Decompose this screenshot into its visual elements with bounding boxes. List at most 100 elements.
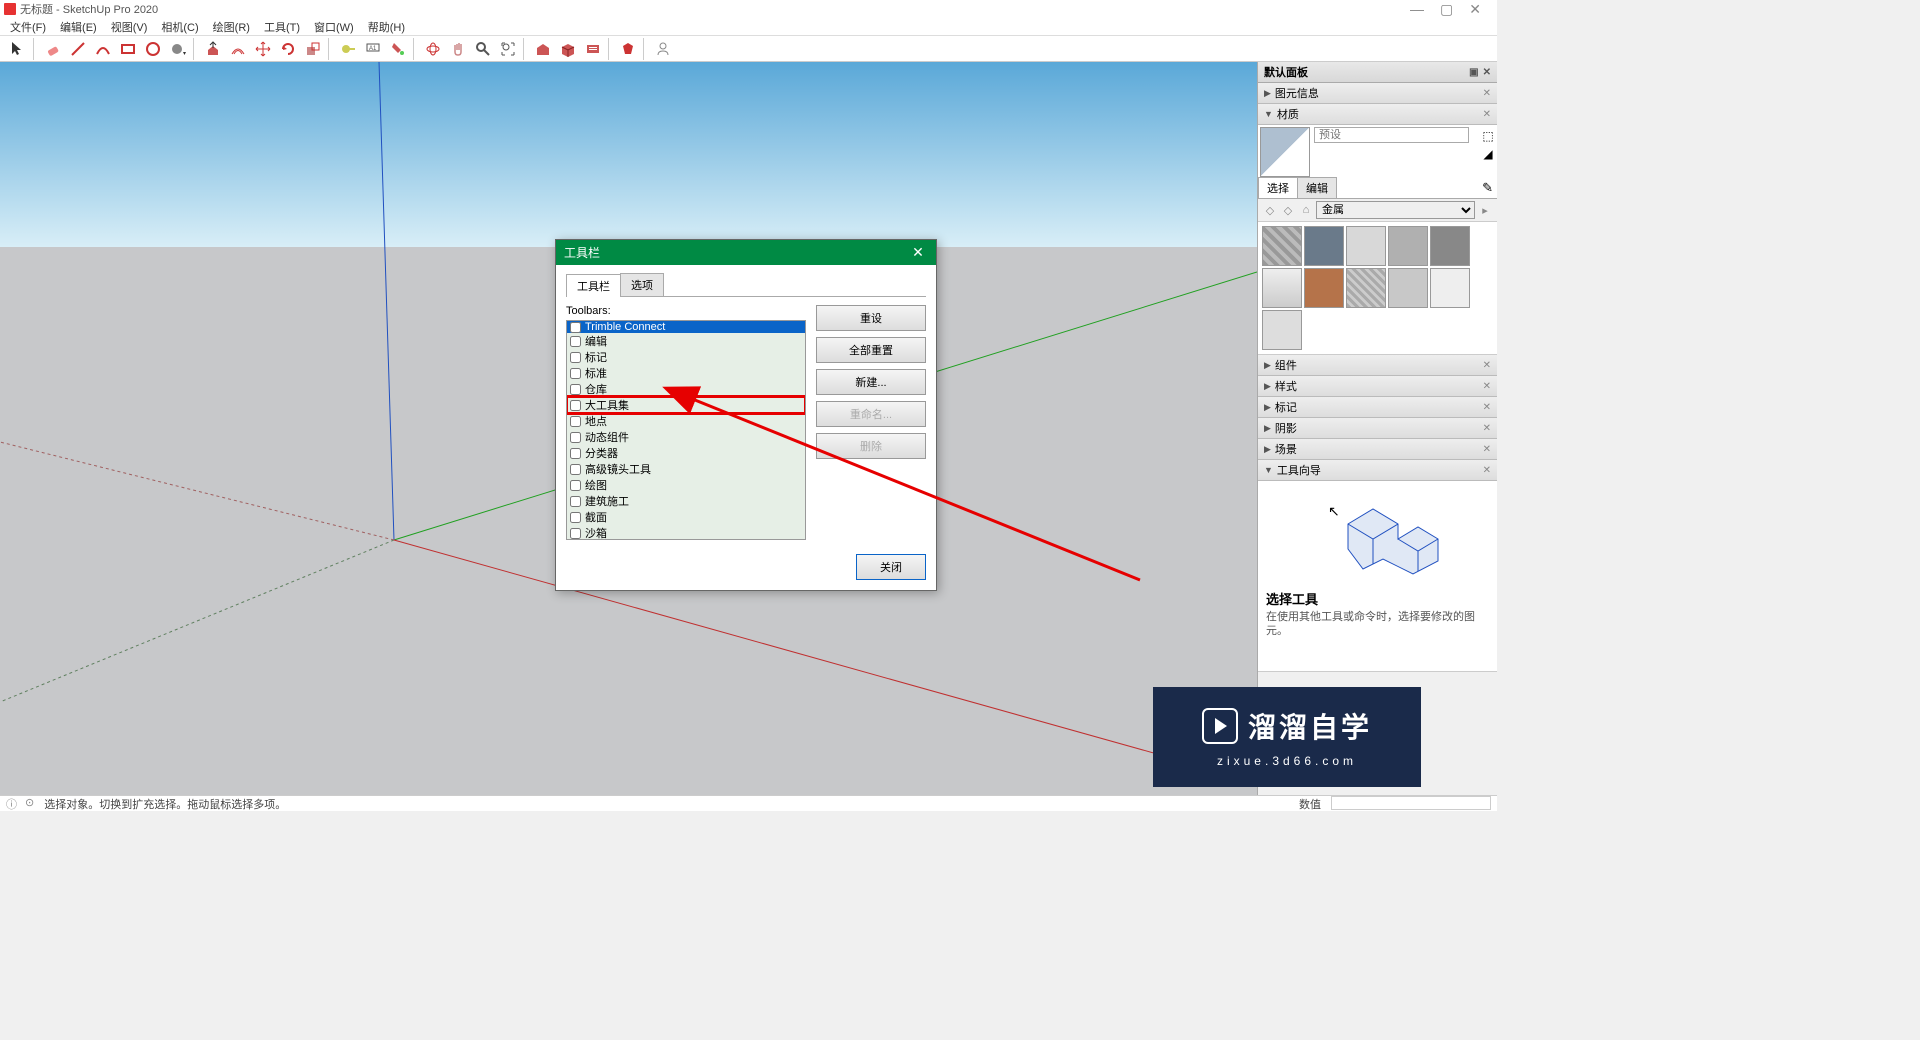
dialog-tab-toolbars[interactable]: 工具栏 [566,274,621,297]
toolbar-list-item[interactable]: 标准 [567,365,805,381]
circle-dropdown[interactable] [166,38,190,60]
tape-tool[interactable] [336,38,360,60]
dialog-titlebar[interactable]: 工具栏 ✕ [556,240,936,265]
status-info-icon[interactable]: ⓘ [6,796,17,812]
mat-nav-menu-icon[interactable]: ▸ [1477,204,1493,217]
panel-close-icon[interactable]: ✕ [1483,67,1491,78]
menu-tools[interactable]: 工具(T) [264,19,300,35]
toolbar-checkbox[interactable] [570,480,581,491]
menu-edit[interactable]: 编辑(E) [60,19,97,35]
close-button[interactable]: ✕ [1469,1,1481,18]
material-swatch[interactable] [1388,268,1428,308]
orbit-tool[interactable] [421,38,445,60]
material-swatch[interactable] [1304,268,1344,308]
dialog-close-icon[interactable]: ✕ [908,244,928,261]
toolbar-list-item[interactable]: Trimble Connect [567,321,805,333]
material-thumbnail[interactable] [1260,127,1310,177]
material-name-input[interactable] [1314,127,1469,143]
text-tool[interactable]: A1 [361,38,385,60]
material-swatch[interactable] [1388,226,1428,266]
arc-tool[interactable] [91,38,115,60]
maximize-button[interactable]: ▢ [1440,1,1453,18]
section-shadows[interactable]: ▶阴影✕ [1258,418,1497,439]
delete-button[interactable]: 删除 [816,433,926,459]
toolbar-list-item[interactable]: 动态组件 [567,429,805,445]
toolbar-checkbox[interactable] [570,400,581,411]
material-swatch[interactable] [1346,268,1386,308]
menu-help[interactable]: 帮助(H) [368,19,405,35]
toolbar-list-item[interactable]: 绘图 [567,477,805,493]
pan-tool[interactable] [446,38,470,60]
toolbar-checkbox[interactable] [570,496,581,507]
panel-pin-icon[interactable]: ▣ [1469,67,1478,78]
move-tool[interactable] [251,38,275,60]
warehouse-tool[interactable] [531,38,555,60]
toolbar-list-item[interactable]: 分类器 [567,445,805,461]
material-swatch[interactable] [1262,226,1302,266]
eraser-tool[interactable] [41,38,65,60]
materials-tab-select[interactable]: 选择 [1258,177,1298,198]
mat-nav-fwd-icon[interactable]: ◇ [1280,204,1296,217]
material-swatch[interactable] [1430,268,1470,308]
toolbar-list-item[interactable]: 地点 [567,413,805,429]
section-materials[interactable]: ▼材质✕ [1258,104,1497,125]
toolbar-checkbox[interactable] [570,384,581,395]
minimize-button[interactable]: — [1410,1,1424,18]
section-components[interactable]: ▶组件✕ [1258,355,1497,376]
status-value-input[interactable] [1331,796,1491,810]
toolbars-list[interactable]: Trimble Connect编辑标记标准仓库大工具集地点动态组件分类器高级镜头… [566,320,806,540]
material-category-select[interactable]: 金属 [1316,201,1475,219]
toolbar-checkbox[interactable] [570,352,581,363]
material-swatch[interactable] [1262,268,1302,308]
ruby-tool[interactable] [616,38,640,60]
section-styles[interactable]: ▶样式✕ [1258,376,1497,397]
toolbar-list-item[interactable]: 建筑施工 [567,493,805,509]
menu-view[interactable]: 视图(V) [111,19,148,35]
dialog-tab-options[interactable]: 选项 [620,273,664,296]
menu-window[interactable]: 窗口(W) [314,19,354,35]
new-button[interactable]: 新建... [816,369,926,395]
user-tool[interactable] [651,38,675,60]
material-create-icon[interactable]: ⬚ [1482,129,1493,143]
pushpull-tool[interactable] [201,38,225,60]
rotate-tool[interactable] [276,38,300,60]
section-tags[interactable]: ▶标记✕ [1258,397,1497,418]
toolbar-checkbox[interactable] [570,448,581,459]
toolbar-checkbox[interactable] [570,464,581,475]
extension-tool[interactable] [581,38,605,60]
section-scenes[interactable]: ▶场景✕ [1258,439,1497,460]
toolbar-list-item[interactable]: 沙箱 [567,525,805,540]
reset-all-button[interactable]: 全部重置 [816,337,926,363]
components-tool[interactable] [556,38,580,60]
section-instructor[interactable]: ▼工具向导✕ [1258,460,1497,481]
circle-tool[interactable] [141,38,165,60]
material-sample-icon[interactable]: ◢ [1483,147,1492,161]
rename-button[interactable]: 重命名... [816,401,926,427]
zoom-extents-tool[interactable] [496,38,520,60]
line-tool[interactable] [66,38,90,60]
toolbar-checkbox[interactable] [570,416,581,427]
material-swatch[interactable] [1346,226,1386,266]
toolbar-list-item[interactable]: 标记 [567,349,805,365]
toolbar-list-item[interactable]: 编辑 [567,333,805,349]
rectangle-tool[interactable] [116,38,140,60]
material-swatch[interactable] [1262,310,1302,350]
eyedropper-icon[interactable]: ✎ [1482,180,1493,196]
toolbar-list-item[interactable]: 大工具集 [567,397,805,413]
paint-tool[interactable] [386,38,410,60]
mat-nav-back-icon[interactable]: ◇ [1262,204,1278,217]
toolbar-checkbox[interactable] [570,432,581,443]
toolbar-checkbox[interactable] [570,368,581,379]
toolbar-list-item[interactable]: 高级镜头工具 [567,461,805,477]
select-tool[interactable] [6,38,30,60]
section-entity-info[interactable]: ▶图元信息✕ [1258,83,1497,104]
offset-tool[interactable] [226,38,250,60]
material-swatch[interactable] [1304,226,1344,266]
close-button[interactable]: 关闭 [856,554,926,580]
menu-file[interactable]: 文件(F) [10,19,46,35]
material-swatch[interactable] [1430,226,1470,266]
toolbar-list-item[interactable]: 截面 [567,509,805,525]
toolbar-list-item[interactable]: 仓库 [567,381,805,397]
status-help-icon[interactable]: ⊙ [25,796,34,812]
toolbar-checkbox[interactable] [570,336,581,347]
